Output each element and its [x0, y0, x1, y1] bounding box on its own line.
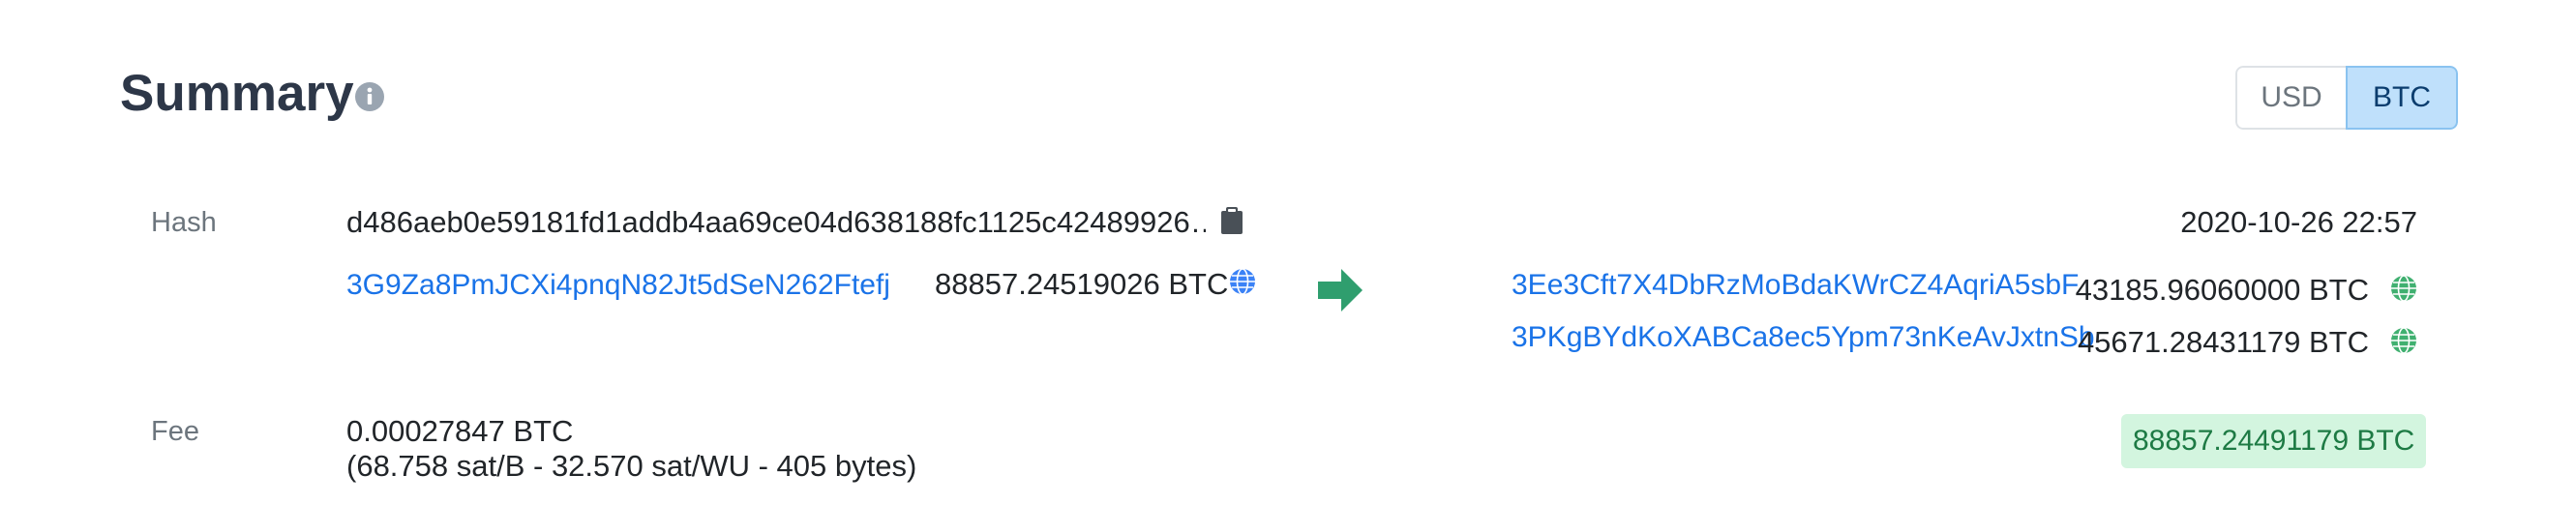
hash-value: d486aeb0e59181fd1addb4aa69ce04d638188fc1… — [346, 205, 1206, 239]
clipboard-icon[interactable] — [1221, 207, 1243, 234]
globe-icon[interactable] — [2390, 275, 2417, 302]
fee-details: (68.758 sat/B - 32.570 sat/WU - 405 byte… — [346, 449, 917, 483]
hash-label: Hash — [151, 207, 217, 238]
usd-toggle-button[interactable]: USD — [2235, 66, 2346, 130]
globe-icon[interactable] — [1229, 268, 1256, 295]
output-amount: 45671.28431179 BTC — [2077, 325, 2369, 359]
page-title: Summary — [120, 65, 354, 122]
currency-toggle: USD BTC — [2235, 66, 2458, 130]
fee-value: 0.00027847 BTC — [346, 414, 574, 448]
transaction-timestamp: 2020-10-26 22:57 — [2180, 205, 2417, 239]
btc-toggle-button[interactable]: BTC — [2346, 66, 2458, 130]
total-amount-badge: 88857.24491179 BTC — [2121, 414, 2427, 468]
info-circle-icon[interactable] — [354, 81, 385, 112]
globe-icon[interactable] — [2390, 327, 2417, 354]
input-address-link[interactable]: 3G9Za8PmJCXi4pnqN82Jt5dSeN262Ftefj — [346, 269, 890, 302]
input-amount: 88857.24519026 BTC — [935, 267, 1229, 301]
output-address-link[interactable]: 3Ee3Cft7X4DbRzMoBdaKWrCZ4AqriA5sbF — [1512, 269, 2079, 302]
arrow-right-icon — [1318, 269, 1363, 312]
output-amount: 43185.96060000 BTC — [2075, 273, 2369, 307]
output-address-link[interactable]: 3PKgBYdKoXABCa8ec5Ypm73nKeAvJxtnSb — [1512, 321, 2095, 354]
fee-label: Fee — [151, 416, 199, 447]
